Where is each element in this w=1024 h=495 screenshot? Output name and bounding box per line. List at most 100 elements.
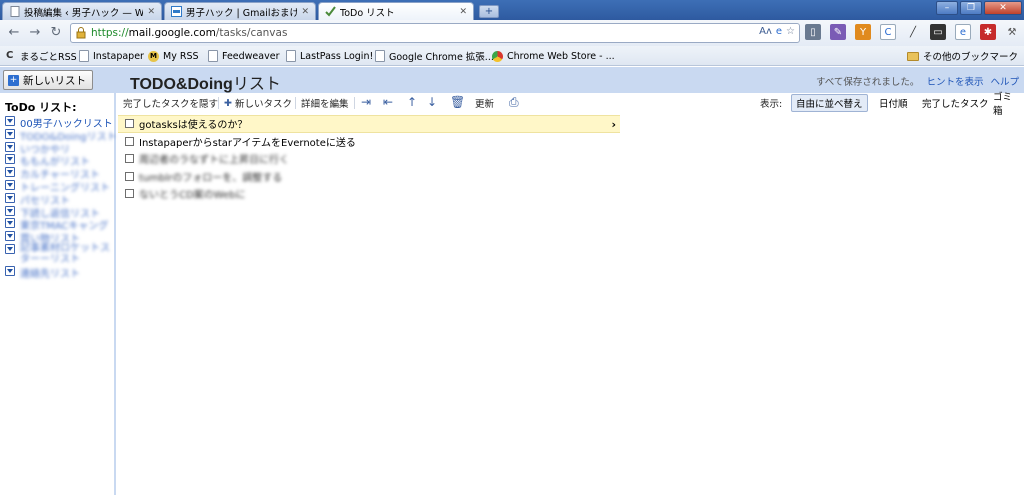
back-button[interactable]: ← — [6, 25, 22, 41]
reload-button[interactable]: ↻ — [48, 25, 64, 41]
chevron-down-icon[interactable] — [5, 116, 15, 126]
sidebar-item-list[interactable]: TODO&Doingリスト — [5, 128, 117, 143]
task-row[interactable]: InstapaperからstarアイテムをEvernoteに送る — [118, 133, 620, 151]
task-text[interactable]: InstapaperからstarアイテムをEvernoteに送る — [139, 134, 356, 149]
chevron-right-icon[interactable]: › — [611, 118, 616, 131]
task-text[interactable]: gotasksは使えるのか？ — [139, 116, 247, 131]
chrome-icon — [492, 50, 503, 62]
tab-post-edit[interactable]: 投稿編集 ‹ 男子ハック — W... ✕ — [2, 2, 162, 20]
task-checkbox[interactable] — [125, 189, 134, 199]
tab-title: 投稿編集 ‹ 男子ハック — W... — [24, 7, 144, 19]
tab-todo-list[interactable]: ToDo リスト ✕ — [318, 2, 474, 20]
plus-icon: + — [8, 74, 19, 86]
bookmark-chrome-web-store[interactable]: Chrome Web Store - ... — [492, 49, 615, 63]
sidebar-item-list[interactable]: 下読し返信リスト — [5, 205, 115, 220]
sidebar-item-list[interactable]: ももんがリスト — [5, 153, 115, 168]
ie-tab-icon[interactable]: e — [776, 26, 782, 37]
new-tab-button[interactable]: + — [479, 5, 499, 18]
sidebar-item-list[interactable]: 東京TMACキャング — [5, 217, 115, 232]
refresh-ext-icon[interactable]: C — [880, 24, 896, 40]
task-text[interactable]: ないとうCD案のWebに — [139, 186, 245, 201]
eyedropper-icon[interactable]: ╱ — [905, 24, 921, 40]
outdent-icon[interactable]: ⇤ — [383, 95, 393, 109]
bookmark-lastpass[interactable]: LastPass Login! — [286, 49, 373, 63]
task-checkbox[interactable] — [125, 154, 134, 164]
trash-icon[interactable]: 🗑 — [450, 95, 465, 109]
task-row[interactable]: gotasksは使えるのか？ › — [118, 115, 620, 133]
chevron-down-icon[interactable] — [5, 179, 15, 190]
show-hints-link[interactable]: ヒントを表示 — [926, 77, 983, 88]
tools-icon[interactable]: Y — [855, 24, 871, 40]
task-checkbox[interactable] — [125, 119, 134, 129]
address-bar[interactable]: https://mail.google.com/tasks/canvas Aᴧ … — [70, 23, 800, 43]
move-down-icon[interactable]: ↓ — [427, 95, 437, 109]
sort-manual-button[interactable]: 自由に並べ替え — [791, 94, 868, 112]
m-icon: M — [148, 50, 159, 62]
chevron-down-icon[interactable] — [5, 218, 15, 229]
print-icon[interactable]: ⎙ — [509, 95, 519, 110]
window-close-button[interactable]: ✕ — [984, 1, 1022, 15]
other-bookmarks[interactable]: その他のブックマーク — [906, 49, 1018, 63]
move-up-icon[interactable]: ↑ — [407, 95, 417, 109]
close-icon[interactable]: ✕ — [301, 7, 309, 17]
sidebar-item-list[interactable]: 記事素材ロケットスターーリスト — [5, 243, 115, 265]
sidebar-item-list[interactable]: 連絡先リスト — [5, 265, 115, 280]
chevron-down-icon[interactable] — [5, 243, 15, 254]
chevron-down-icon[interactable] — [5, 167, 15, 178]
chevron-down-icon[interactable] — [5, 192, 15, 203]
sidebar-item-list[interactable]: トレーニングリスト — [5, 179, 115, 194]
task-checkbox[interactable] — [125, 171, 134, 181]
bookmark-feedweaver[interactable]: Feedweaver — [208, 49, 279, 63]
divider — [354, 97, 355, 109]
divider — [218, 97, 219, 109]
task-row[interactable]: 周辺者のラなずトに上昇日に行く — [118, 150, 620, 168]
hide-completed-button[interactable]: 完了したタスクを隠す — [123, 96, 218, 110]
trash-button[interactable]: ゴミ箱 — [988, 92, 1024, 117]
chevron-down-icon[interactable] — [5, 205, 15, 216]
page-icon — [79, 50, 89, 62]
tab-danshi-hack[interactable]: 男子ハック | Gmailおまけだっ... ✕ — [164, 2, 316, 20]
indent-icon[interactable]: ⇥ — [361, 95, 371, 109]
lock-icon — [76, 27, 86, 39]
sidebar-item-list[interactable]: カルチャーリスト — [5, 166, 115, 181]
bookmark-marugoto-rss[interactable]: C まるごとRSS — [6, 49, 77, 63]
sort-date-button[interactable]: 日付順 — [874, 94, 913, 112]
new-list-button[interactable]: + 新しいリスト — [3, 70, 93, 90]
star-icon[interactable]: ☆ — [786, 26, 795, 37]
chevron-down-icon[interactable] — [5, 141, 15, 152]
task-checkbox[interactable] — [125, 136, 134, 146]
bookmark-my-rss[interactable]: M My RSS — [148, 49, 199, 63]
edit-details-button[interactable]: 詳細を編集 — [301, 96, 349, 110]
chevron-down-icon[interactable] — [5, 128, 15, 139]
wrench-icon[interactable]: ⚒ — [1004, 24, 1020, 40]
chevron-down-icon[interactable] — [5, 231, 15, 242]
maximize-button[interactable]: ❐ — [960, 1, 982, 15]
screen-icon[interactable]: ▭ — [930, 24, 946, 40]
close-icon[interactable]: ✕ — [459, 7, 467, 17]
url-text: https://mail.google.com/tasks/canvas — [91, 27, 288, 39]
completed-tasks-button[interactable]: 完了したタスク — [917, 94, 994, 112]
help-link[interactable]: ヘルプ — [990, 77, 1019, 88]
extension-page-icon[interactable]: ▯ — [805, 24, 821, 40]
forward-button[interactable]: → — [27, 25, 43, 41]
close-icon[interactable]: ✕ — [147, 7, 155, 17]
task-row[interactable]: tumblrのフォローを、調整する — [118, 168, 620, 186]
task-text[interactable]: 周辺者のラなずトに上昇日に行く — [139, 151, 289, 166]
task-row[interactable]: ないとうCD案のWebに — [118, 185, 620, 203]
feather-icon[interactable]: ✎ — [830, 24, 846, 40]
translate-icon[interactable]: Aᴧ — [759, 26, 772, 37]
sidebar-item-list[interactable]: 00男子ハックリスト — [5, 115, 115, 130]
bookmark-instapaper[interactable]: Instapaper — [79, 49, 144, 63]
chevron-down-icon[interactable] — [5, 154, 15, 165]
ie-icon[interactable]: e — [955, 24, 971, 40]
new-task-button[interactable]: ✚ 新しいタスク — [224, 96, 292, 111]
browser-toolbar: ← → ↻ https://mail.google.com/tasks/canv… — [0, 20, 1024, 46]
minimize-button[interactable]: – — [936, 1, 958, 15]
check-icon — [325, 6, 336, 17]
site-icon — [171, 6, 182, 17]
task-text[interactable]: tumblrのフォローを、調整する — [139, 169, 282, 184]
lastpass-icon[interactable]: ✱ — [980, 24, 996, 40]
chevron-down-icon[interactable] — [5, 265, 15, 276]
bookmark-chrome-extensions[interactable]: Google Chrome 拡張... — [375, 49, 494, 63]
refresh-button[interactable]: 更新 — [475, 96, 494, 110]
